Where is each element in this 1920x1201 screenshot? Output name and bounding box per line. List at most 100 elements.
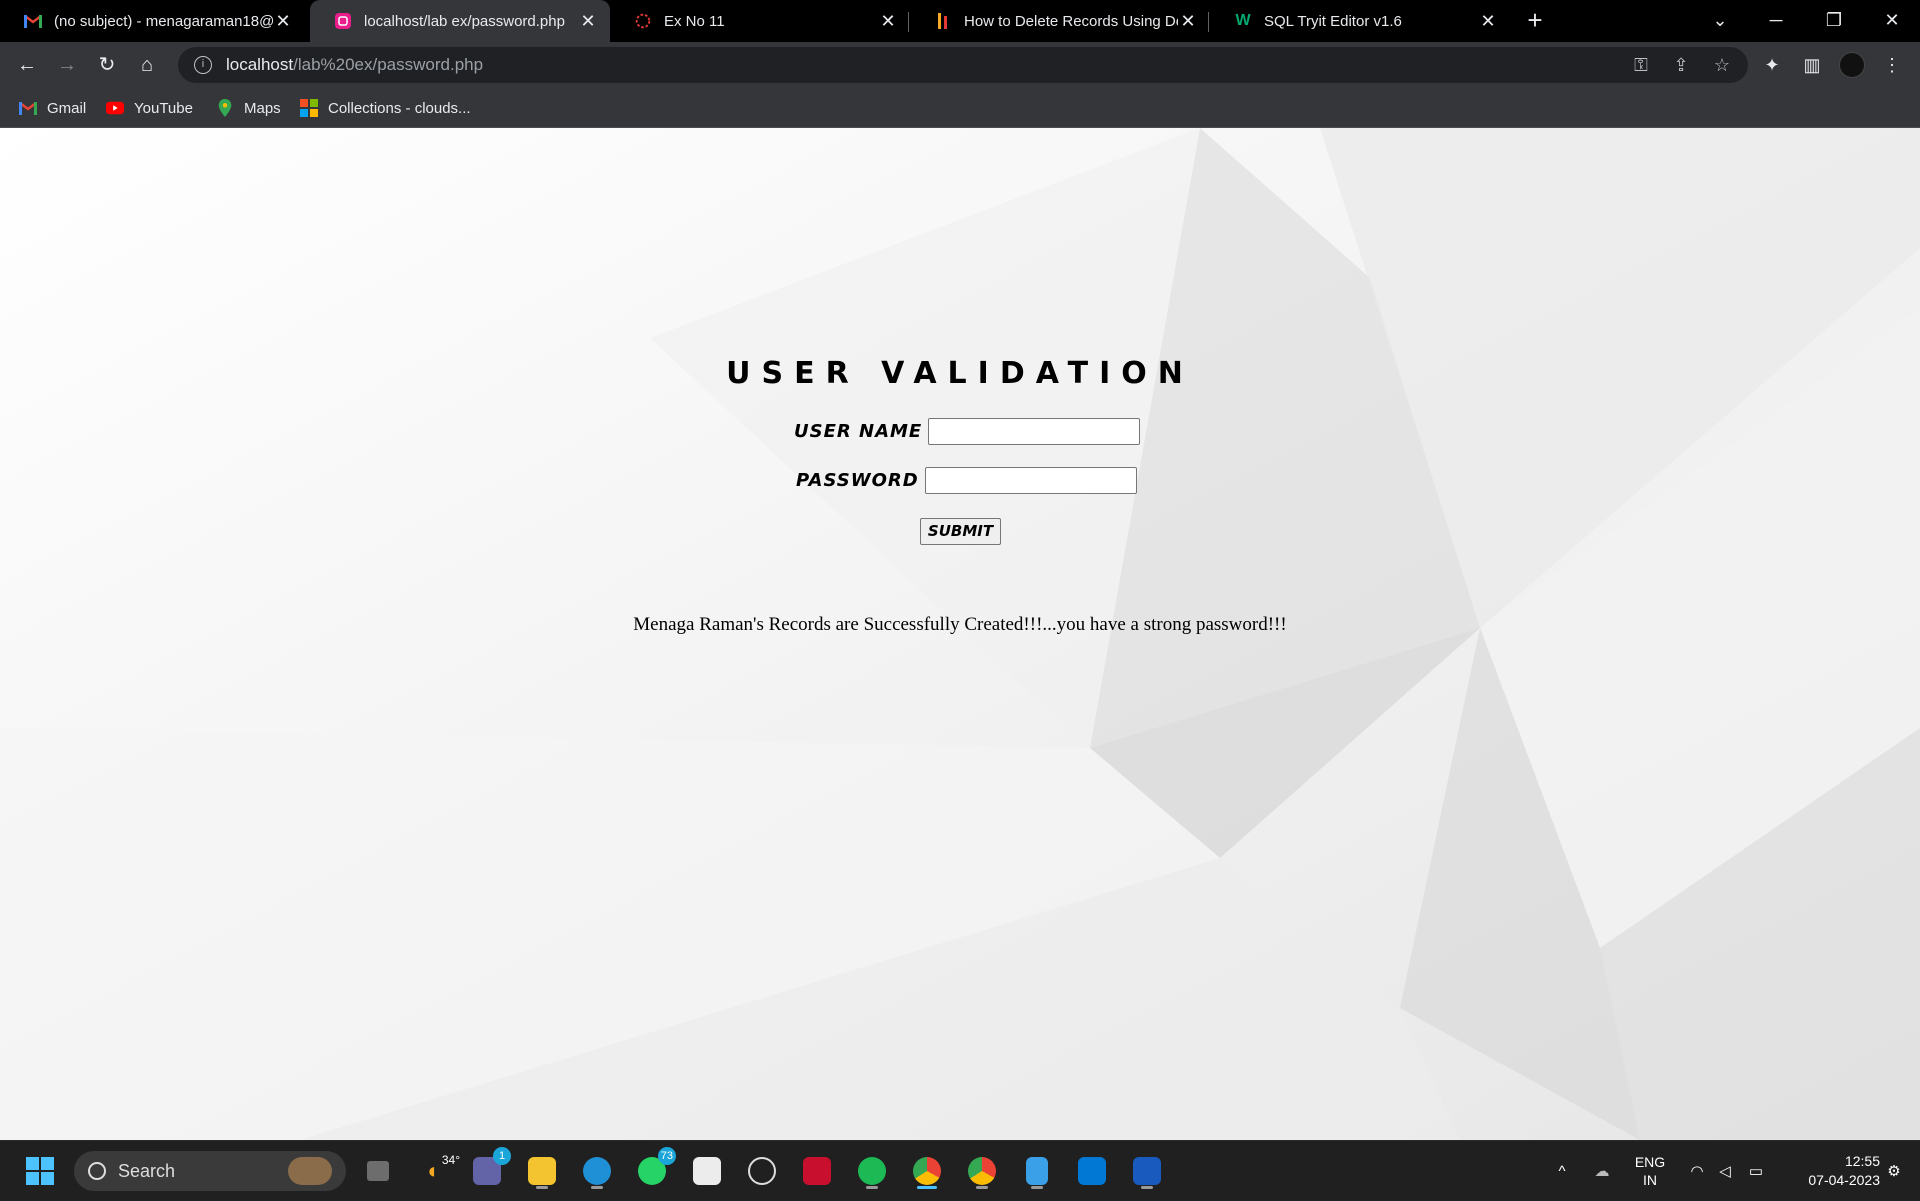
spotify-icon xyxy=(858,1157,886,1185)
maps-icon xyxy=(218,99,232,117)
bookmark-youtube[interactable]: YouTube xyxy=(106,96,193,120)
close-tab-icon[interactable]: ✕ xyxy=(273,11,293,32)
tab-sql-tryit[interactable]: W SQL Tryit Editor v1.6 ✕ xyxy=(1210,0,1510,42)
forward-button[interactable]: → xyxy=(51,49,83,81)
battery-icon[interactable]: ▭ xyxy=(1744,1141,1768,1201)
profile-avatar[interactable] xyxy=(1839,52,1865,78)
word-icon xyxy=(1133,1157,1161,1185)
language-line1: ENG xyxy=(1634,1154,1666,1170)
restore-button[interactable]: ❐ xyxy=(1806,0,1862,42)
task-view-icon xyxy=(367,1161,389,1181)
bookmark-collections[interactable]: Collections - clouds... xyxy=(300,96,471,120)
tab-search-icon[interactable]: ⌄ xyxy=(1692,0,1748,42)
gmail-icon xyxy=(19,102,37,115)
chrome-app[interactable] xyxy=(962,1151,1002,1191)
cloud-icon: ☁ xyxy=(1594,1163,1610,1180)
tab-delete-records[interactable]: How to Delete Records Using Del ✕ xyxy=(910,0,1210,42)
running-indicator xyxy=(866,1186,878,1189)
close-window-button[interactable]: ✕ xyxy=(1864,0,1920,42)
new-tab-button[interactable]: + xyxy=(1520,6,1550,36)
site-info-icon[interactable]: i xyxy=(194,56,212,74)
php-icon xyxy=(334,12,352,30)
address-host: localhost xyxy=(226,55,294,74)
side-panel-icon[interactable]: ▥ xyxy=(1797,49,1827,81)
search-highlight-icon xyxy=(288,1157,332,1185)
close-tab-icon[interactable]: ✕ xyxy=(1178,11,1198,32)
store-icon xyxy=(693,1157,721,1185)
collections-icon xyxy=(300,99,318,117)
reload-button[interactable]: ↻ xyxy=(91,49,123,81)
tab-password-php[interactable]: localhost/lab ex/password.php ✕ xyxy=(310,0,610,42)
password-key-icon[interactable]: ⚿ xyxy=(1628,52,1654,78)
menu-kebab-icon[interactable]: ⋮ xyxy=(1877,49,1907,81)
tab-gmail[interactable]: (no subject) - menagaraman18@ ✕ xyxy=(0,0,305,42)
whatsapp-badge: 73 xyxy=(657,1147,676,1165)
dell-app[interactable] xyxy=(742,1151,782,1191)
wifi-icon[interactable]: ◠ xyxy=(1685,1141,1709,1201)
folder-icon xyxy=(528,1157,556,1185)
bookmark-gmail[interactable]: Gmail xyxy=(19,96,86,120)
volume-icon[interactable]: ◁ xyxy=(1713,1141,1737,1201)
tab-ex-no-11[interactable]: Ex No 11 ✕ xyxy=(610,0,910,42)
notification-icon[interactable]: ⚙ xyxy=(1882,1141,1906,1201)
close-tab-icon[interactable]: ✕ xyxy=(578,11,598,32)
username-input[interactable] xyxy=(928,418,1141,445)
close-tab-icon[interactable]: ✕ xyxy=(878,11,898,32)
close-tab-icon[interactable]: ✕ xyxy=(1478,11,1498,32)
onedrive-status-icon[interactable]: ☁ xyxy=(1590,1141,1614,1201)
tab-title: (no subject) - menagaraman18@ xyxy=(54,12,273,30)
youtube-icon xyxy=(106,101,124,115)
running-indicator xyxy=(591,1186,603,1189)
clock[interactable]: 12:55 07-04-2023 xyxy=(1780,1141,1880,1201)
bookmark-star-icon[interactable]: ☆ xyxy=(1709,52,1735,78)
spotify-app[interactable] xyxy=(852,1151,892,1191)
minimize-button[interactable]: ─ xyxy=(1748,0,1804,42)
password-label: PASSWORD xyxy=(796,470,919,491)
mcafee-app[interactable] xyxy=(797,1151,837,1191)
notepad-app[interactable] xyxy=(1017,1151,1057,1191)
bookmark-maps[interactable]: Maps xyxy=(216,96,281,120)
address-path: /lab%20ex/password.php xyxy=(293,55,484,74)
search-icon xyxy=(88,1162,106,1180)
browser-toolbar: ← → ↻ ⌂ i localhost/lab%20ex/password.ph… xyxy=(0,42,1920,88)
submit-button[interactable]: SUBMIT xyxy=(920,518,1001,545)
extensions-icon[interactable]: ✦ xyxy=(1757,49,1787,81)
task-view-button[interactable] xyxy=(358,1151,398,1191)
active-indicator xyxy=(917,1186,937,1189)
vscode-app[interactable] xyxy=(1072,1151,1112,1191)
vscode-icon xyxy=(1078,1157,1106,1185)
tab-title: How to Delete Records Using Del xyxy=(964,12,1178,30)
taskbar-search[interactable]: Search xyxy=(74,1151,346,1191)
windows-logo-icon xyxy=(26,1157,54,1185)
chrome-icon xyxy=(913,1157,941,1185)
tab-separator xyxy=(908,12,909,32)
teams-app[interactable]: 1 xyxy=(467,1147,511,1191)
username-label: USER NAME xyxy=(794,421,923,442)
start-button[interactable] xyxy=(20,1151,60,1191)
password-row: PASSWORD xyxy=(796,467,1137,494)
language-indicator[interactable]: ENG IN xyxy=(1627,1141,1673,1201)
edge-icon xyxy=(583,1157,611,1185)
password-input[interactable] xyxy=(924,467,1137,494)
clock-time: 12:55 xyxy=(1844,1153,1880,1169)
chrome-app-active[interactable] xyxy=(907,1151,947,1191)
tab-separator xyxy=(1208,12,1209,32)
status-message: Menaga Raman's Records are Successfully … xyxy=(633,614,1287,635)
chrome-icon xyxy=(968,1157,996,1185)
home-button[interactable]: ⌂ xyxy=(131,49,163,81)
store-app[interactable] xyxy=(687,1151,727,1191)
page-content: USER VALIDATION USER NAME PASSWORD SUBMI… xyxy=(0,128,1920,1140)
back-button[interactable]: ← xyxy=(11,49,43,81)
word-app[interactable] xyxy=(1127,1151,1167,1191)
clock-date: 07-04-2023 xyxy=(1808,1172,1880,1188)
file-explorer-app[interactable] xyxy=(522,1151,562,1191)
weather-widget[interactable]: ◐ 34° xyxy=(414,1151,460,1191)
tab-title: SQL Tryit Editor v1.6 xyxy=(1264,12,1402,30)
running-indicator xyxy=(1141,1186,1153,1189)
tab-title: localhost/lab ex/password.php xyxy=(364,12,565,30)
edge-app[interactable] xyxy=(577,1151,617,1191)
share-icon[interactable]: ⇪ xyxy=(1668,52,1694,78)
whatsapp-app[interactable]: 73 xyxy=(632,1147,676,1191)
address-bar[interactable]: i localhost/lab%20ex/password.php xyxy=(178,47,1748,83)
show-hidden-icons-button[interactable]: ^ xyxy=(1550,1141,1574,1201)
